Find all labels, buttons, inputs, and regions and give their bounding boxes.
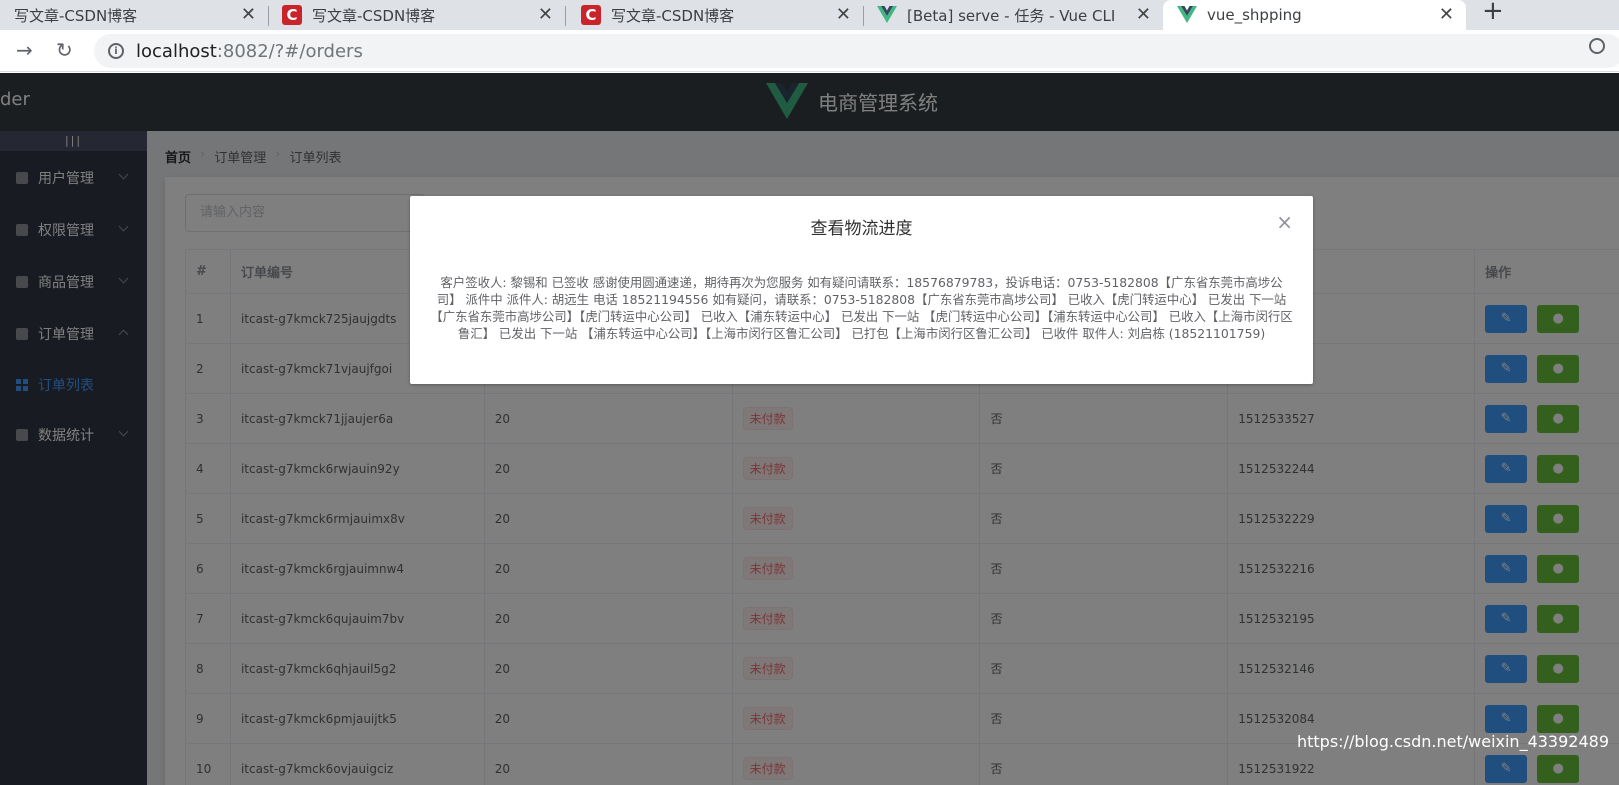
close-icon[interactable]: ✕: [1439, 4, 1454, 25]
close-icon[interactable]: ✕: [538, 4, 553, 25]
url-text: localhost:8082/?#/orders: [136, 41, 363, 62]
vue-icon: [877, 6, 897, 23]
browser-tab[interactable]: C 写文章-CSDN博客 ✕: [268, 0, 566, 30]
tab-title: 写文章-CSDN博客: [312, 6, 436, 25]
browser-tab-active[interactable]: vue_shpping ✕: [1163, 0, 1466, 30]
info-icon[interactable]: i: [108, 43, 124, 59]
close-icon[interactable]: ×: [1276, 210, 1293, 234]
address-bar: → ↻ i localhost:8082/?#/orders: [0, 30, 1619, 72]
tab-title: [Beta] serve - 任务 - Vue CLI: [907, 6, 1116, 25]
browser-tab[interactable]: C 写文章-CSDN博客 ✕: [565, 0, 864, 30]
close-icon[interactable]: ✕: [241, 4, 256, 25]
tab-title: 写文章-CSDN博客: [14, 6, 138, 25]
dialog-title: 查看物流进度: [810, 219, 913, 239]
zoom-icon[interactable]: [1589, 38, 1605, 54]
browser-tab[interactable]: 写文章-CSDN博客 ✕: [0, 0, 269, 30]
logistics-dialog: 查看物流进度 × 客户签收人: 黎锡和 已签收 感谢使用圆通速递，期待再次为您服…: [410, 196, 1313, 384]
watermark: https://blog.csdn.net/weixin_43392489: [1296, 732, 1609, 751]
forward-icon[interactable]: →: [16, 38, 33, 62]
modal-overlay[interactable]: [0, 73, 1619, 785]
close-icon[interactable]: ✕: [836, 4, 851, 25]
browser-tab[interactable]: [Beta] serve - 任务 - Vue CLI ✕: [863, 0, 1163, 30]
new-tab-button[interactable]: +: [1482, 0, 1504, 26]
close-icon[interactable]: ✕: [1136, 4, 1151, 25]
browser-tab-strip: 写文章-CSDN博客 ✕ C 写文章-CSDN博客 ✕ C 写文章-CSDN博客…: [0, 0, 1619, 30]
reload-icon[interactable]: ↻: [56, 38, 73, 62]
vue-icon: [1177, 6, 1197, 23]
csdn-icon: C: [581, 5, 601, 25]
tab-title: vue_shpping: [1207, 6, 1302, 24]
csdn-icon: C: [282, 5, 302, 25]
dialog-body: 客户签收人: 黎锡和 已签收 感谢使用圆通速递，期待再次为您服务 如有疑问请联系…: [430, 275, 1293, 341]
tab-title: 写文章-CSDN博客: [611, 6, 735, 25]
url-field[interactable]: i localhost:8082/?#/orders: [94, 34, 1619, 68]
